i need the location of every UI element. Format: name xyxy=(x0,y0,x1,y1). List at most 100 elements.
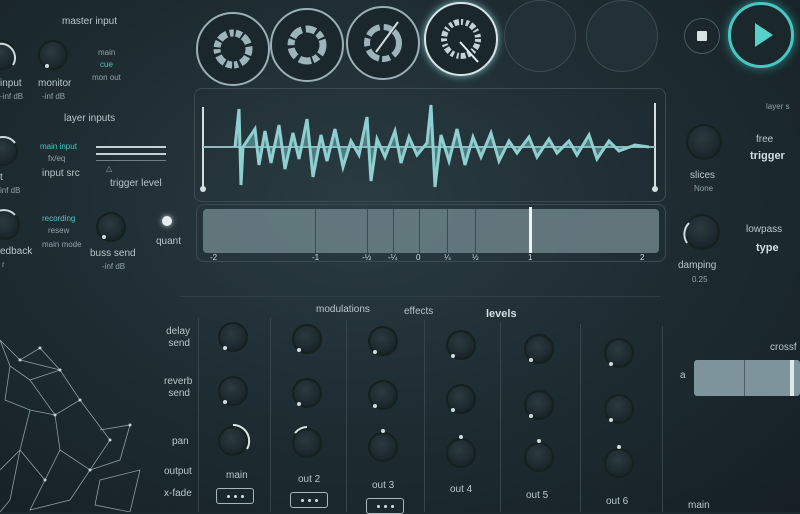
damping-knob[interactable] xyxy=(683,214,720,250)
input-value: -inf dB xyxy=(0,92,24,101)
delay-send-knob[interactable] xyxy=(446,330,476,360)
monitor-knob[interactable] xyxy=(38,40,68,70)
output-selector[interactable] xyxy=(290,492,328,508)
damping-label: damping xyxy=(678,260,717,271)
layer-pad-5-empty[interactable] xyxy=(504,0,576,72)
layer-pad-3[interactable] xyxy=(346,6,420,80)
reverb-send-knob[interactable] xyxy=(446,384,476,414)
input-knob[interactable] xyxy=(0,40,16,70)
feedback-knob[interactable] xyxy=(0,209,20,240)
pan-knob[interactable] xyxy=(524,439,554,472)
reverb-send-knob[interactable] xyxy=(292,378,322,408)
mode-option-main[interactable]: main mode xyxy=(42,240,82,249)
layer-input-value: inf dB xyxy=(0,186,21,195)
delay-send-knob[interactable] xyxy=(218,322,248,352)
crossfader-label: crossf xyxy=(770,342,797,353)
buss-send-knob[interactable] xyxy=(96,212,126,242)
layer-pad-4-selected[interactable] xyxy=(424,2,498,76)
ruler-tick xyxy=(447,209,448,253)
layer-pad-2[interactable] xyxy=(270,8,344,82)
input-label: input xyxy=(0,78,22,89)
free-option[interactable]: free xyxy=(756,134,773,145)
delay-send-knob[interactable] xyxy=(368,326,398,356)
tab-effects[interactable]: effects xyxy=(404,306,433,317)
layer-settings-label: layer s xyxy=(766,102,790,111)
reverb-send-knob[interactable] xyxy=(604,394,634,424)
reverb-send-knob[interactable] xyxy=(368,380,398,410)
play-button[interactable] xyxy=(728,2,794,68)
layer-input-knob[interactable] xyxy=(0,136,18,166)
ruler-label: ½ xyxy=(472,253,479,262)
pan-knob[interactable] xyxy=(604,445,634,478)
slices-label: slices xyxy=(690,170,716,181)
lowpass-option[interactable]: lowpass xyxy=(746,224,782,235)
master-input-title: master input xyxy=(62,16,118,27)
stop-button[interactable] xyxy=(684,18,720,54)
play-icon xyxy=(755,23,773,47)
channel-label-main: main xyxy=(226,470,248,481)
channel-divider xyxy=(198,318,199,512)
type-label: type xyxy=(756,242,779,254)
crossfader-tick xyxy=(744,360,745,396)
channel-label-out-2: out 2 xyxy=(298,474,321,485)
pan-knob[interactable] xyxy=(218,423,251,456)
reverb-send-knob[interactable] xyxy=(218,376,248,406)
ruler-track xyxy=(203,209,659,253)
waveform-display[interactable] xyxy=(195,89,665,201)
trigger-level-bar-1 xyxy=(96,146,166,148)
reverb-send-knob[interactable] xyxy=(524,390,554,420)
ruler-label: 0 xyxy=(416,253,421,262)
monitor-option-mon-out[interactable]: mon out xyxy=(92,73,121,82)
quant-label: quant xyxy=(156,236,182,247)
feedback-label: edback xyxy=(0,246,33,257)
layer-pad-1[interactable] xyxy=(196,12,270,86)
pan-knob[interactable] xyxy=(368,429,398,462)
input-src-label: input src xyxy=(42,168,80,179)
trigger-level-bar-2 xyxy=(96,153,166,155)
ruler-label: ¼ xyxy=(444,253,451,262)
ruler-label: 1 xyxy=(528,253,533,262)
ruler-label: -½ xyxy=(362,253,372,262)
crossfader-slider[interactable] xyxy=(694,360,800,396)
waveform-circle-icon xyxy=(287,25,327,65)
quant-led[interactable] xyxy=(162,216,172,226)
pan-knob[interactable] xyxy=(292,426,322,458)
input-src-option-main[interactable]: main input xyxy=(40,142,77,151)
channel-label-out-5: out 5 xyxy=(526,490,549,501)
row-label-delay-send: delay send xyxy=(166,326,190,349)
row-label-output: output xyxy=(164,466,192,477)
mode-option-resew[interactable]: resew xyxy=(48,226,69,235)
slices-knob[interactable] xyxy=(686,124,722,160)
trigger-level-marker: △ xyxy=(106,164,113,173)
mode-option-recording[interactable]: recording xyxy=(42,214,75,223)
ruler-tick xyxy=(475,209,476,253)
trigger-option[interactable]: trigger xyxy=(750,150,785,162)
monitor-option-main[interactable]: main xyxy=(98,48,115,57)
waveform-circle-icon xyxy=(213,29,253,69)
output-selector[interactable] xyxy=(216,488,254,504)
trigger-level-bar-3 xyxy=(96,160,166,161)
channel-divider xyxy=(346,320,347,512)
position-ruler[interactable] xyxy=(196,204,666,262)
delay-send-knob[interactable] xyxy=(292,324,322,354)
crossfader-a-label: a xyxy=(680,370,686,381)
delay-send-knob[interactable] xyxy=(604,338,634,368)
layer-input-label: t xyxy=(0,172,3,183)
delay-send-knob[interactable] xyxy=(524,334,554,364)
channel-divider xyxy=(662,326,663,512)
pan-knob[interactable] xyxy=(446,435,476,468)
waveform-circle-icon xyxy=(364,21,402,62)
ruler-tick xyxy=(367,209,368,253)
playhead-marker[interactable] xyxy=(529,207,532,253)
layer-inputs-title: layer inputs xyxy=(64,113,116,124)
crossfader-handle[interactable] xyxy=(790,360,794,396)
channel-divider xyxy=(580,324,581,512)
channel-label-out-4: out 4 xyxy=(450,484,473,495)
monitor-option-cue[interactable]: cue xyxy=(100,60,113,69)
tab-modulations[interactable]: modulations xyxy=(316,304,370,315)
layer-pad-6-empty[interactable] xyxy=(586,0,658,72)
input-src-option-fx[interactable]: fx/eq xyxy=(48,154,65,163)
ruler-label: -1 xyxy=(312,253,320,262)
ruler-tick xyxy=(419,209,420,253)
tab-levels[interactable]: levels xyxy=(486,308,517,320)
